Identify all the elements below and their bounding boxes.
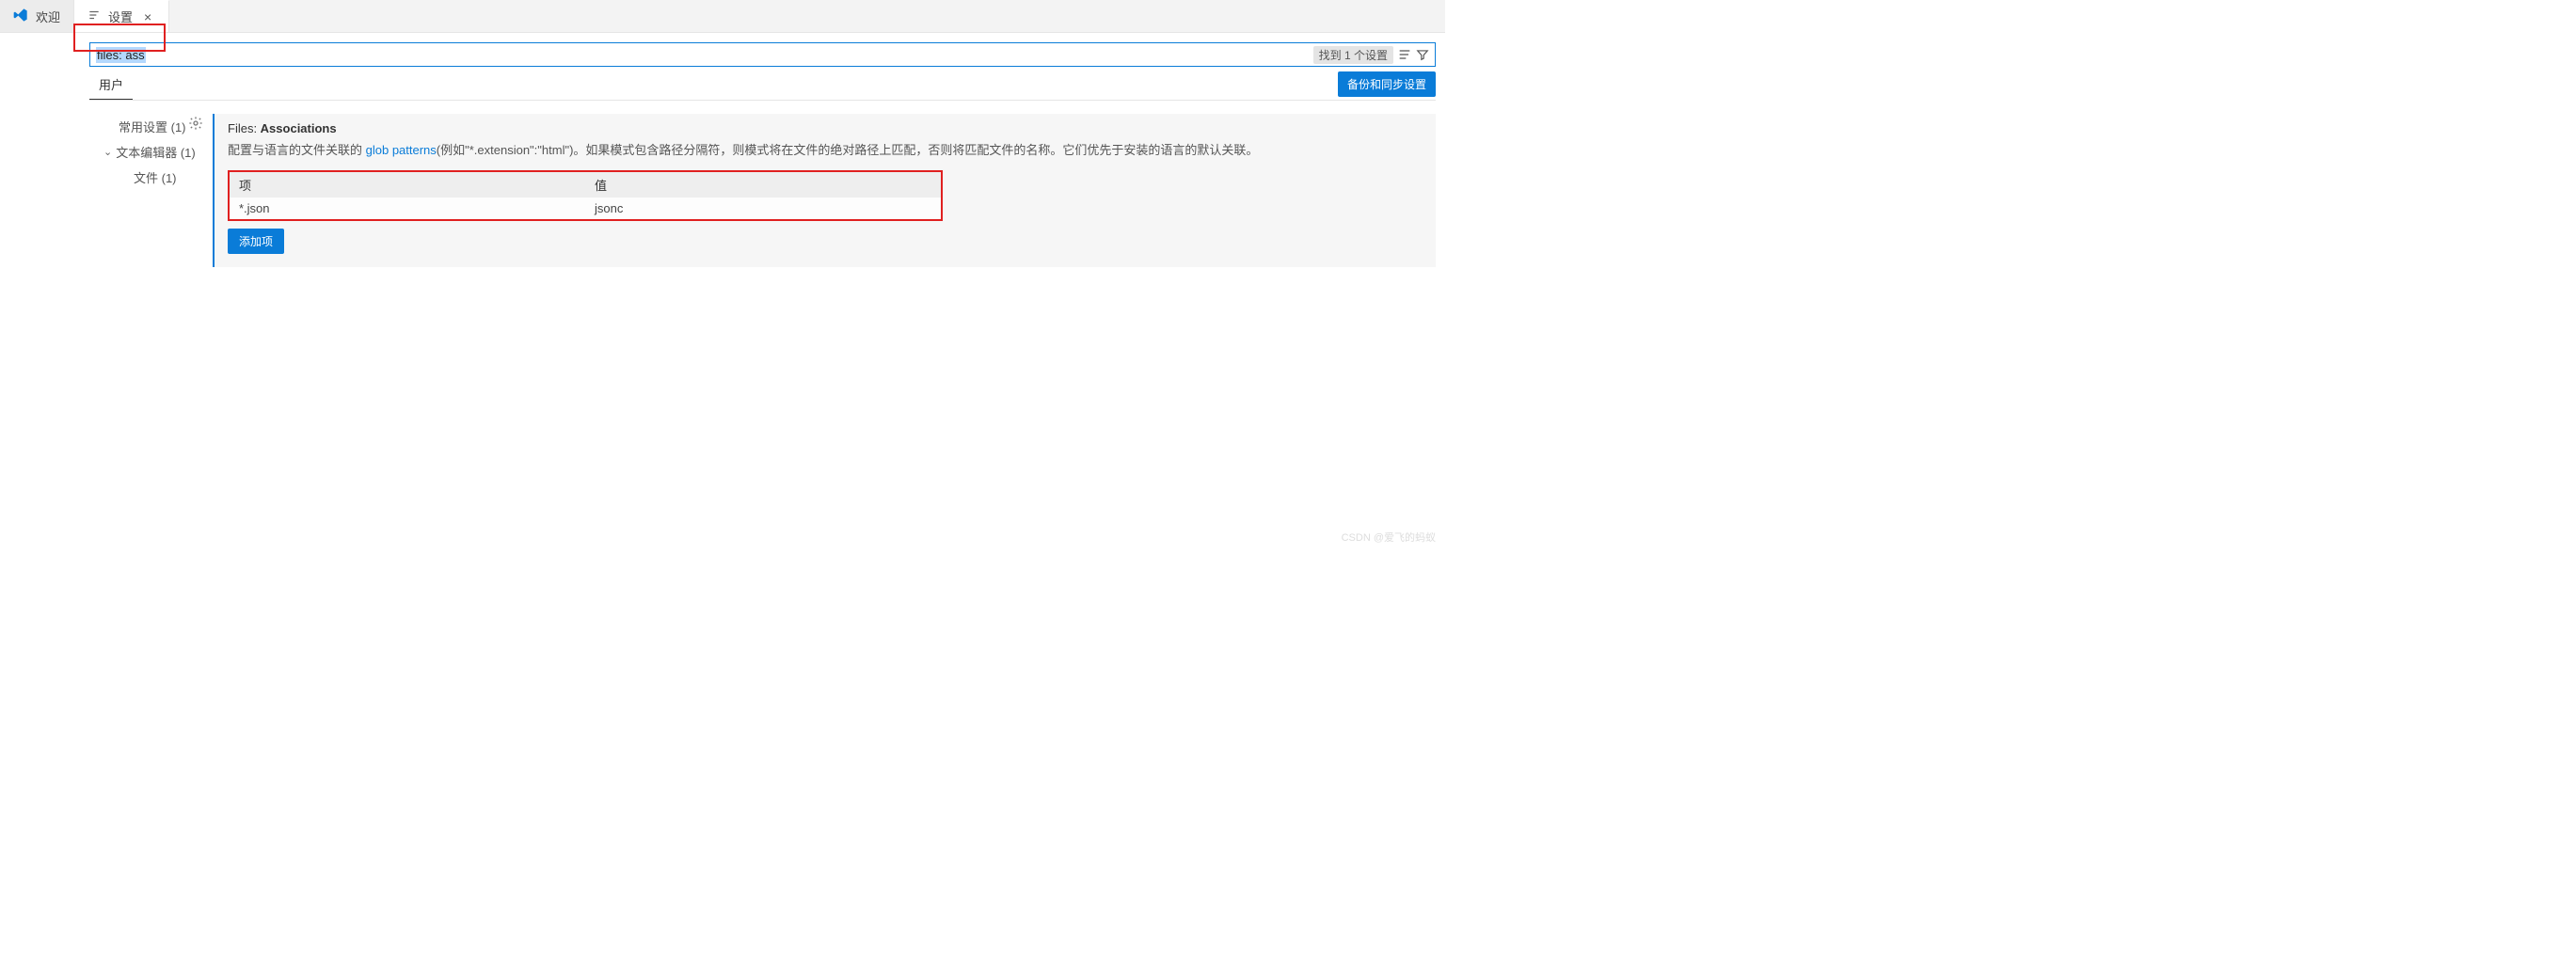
close-icon[interactable]: × bbox=[140, 9, 155, 24]
glob-patterns-link[interactable]: glob patterns bbox=[366, 143, 437, 157]
tree-item-common[interactable]: 常用设置 (1) bbox=[103, 114, 188, 139]
tab-welcome[interactable]: 欢迎 bbox=[0, 0, 74, 32]
associations-table: 项 值 *.json jsonc bbox=[228, 170, 943, 221]
row-value: jsonc bbox=[585, 198, 941, 219]
vscode-icon bbox=[13, 8, 28, 25]
setting-name-label: Associations bbox=[261, 121, 337, 135]
setting-description: 配置与语言的文件关联的 glob patterns(例如"*.extension… bbox=[228, 141, 1423, 161]
setting-files-associations: Files: Associations 配置与语言的文件关联的 glob pat… bbox=[213, 114, 1436, 267]
tree-item-editor[interactable]: ⌄ 文本编辑器 (1) bbox=[103, 139, 188, 165]
backup-sync-button[interactable]: 备份和同步设置 bbox=[1338, 71, 1436, 97]
settings-search-row: files: ass 找到 1 个设置 bbox=[89, 42, 1436, 67]
tree-item-files[interactable]: 文件 (1) bbox=[103, 165, 188, 190]
tab-welcome-label: 欢迎 bbox=[36, 8, 60, 25]
clear-search-icon[interactable] bbox=[1397, 47, 1412, 62]
search-result-count: 找到 1 个设置 bbox=[1313, 46, 1393, 64]
settings-main: Files: Associations 配置与语言的文件关联的 glob pat… bbox=[188, 114, 1445, 267]
setting-desc-post: (例如"*.extension":"html")。如果模式包含路径分隔符，则模式… bbox=[437, 143, 1259, 157]
col-key-header: 项 bbox=[230, 172, 585, 198]
tab-settings[interactable]: 设置 × bbox=[74, 0, 169, 32]
gear-icon[interactable] bbox=[188, 114, 205, 267]
tree-item-common-label: 常用设置 (1) bbox=[119, 118, 186, 135]
scope-tab-user[interactable]: 用户 bbox=[89, 70, 133, 100]
table-header: 项 值 bbox=[230, 172, 941, 198]
settings-tree: 常用设置 (1) ⌄ 文本编辑器 (1) 文件 (1) bbox=[0, 114, 188, 267]
settings-search-input[interactable]: files: ass 找到 1 个设置 bbox=[89, 42, 1436, 67]
tree-item-files-label: 文件 (1) bbox=[134, 168, 177, 186]
tab-settings-label: 设置 bbox=[108, 8, 133, 25]
search-query-text: files: ass bbox=[96, 47, 146, 63]
setting-desc-pre: 配置与语言的文件关联的 bbox=[228, 143, 366, 157]
tab-bar: 欢迎 设置 × bbox=[0, 0, 1445, 33]
table-row[interactable]: *.json jsonc bbox=[230, 198, 941, 219]
settings-subheader: 用户 备份和同步设置 bbox=[89, 72, 1436, 101]
row-key: *.json bbox=[230, 198, 585, 219]
setting-title: Files: Associations bbox=[228, 121, 1423, 135]
watermark: CSDN @爱飞的蚂蚁 bbox=[1342, 530, 1436, 545]
tree-item-editor-label: 文本编辑器 (1) bbox=[116, 143, 196, 161]
filter-icon[interactable] bbox=[1416, 48, 1429, 61]
col-value-header: 值 bbox=[585, 172, 941, 198]
add-item-button[interactable]: 添加项 bbox=[228, 229, 284, 254]
chevron-down-icon: ⌄ bbox=[103, 146, 112, 158]
setting-group-label: Files: bbox=[228, 121, 261, 135]
settings-tab-icon bbox=[87, 8, 101, 24]
